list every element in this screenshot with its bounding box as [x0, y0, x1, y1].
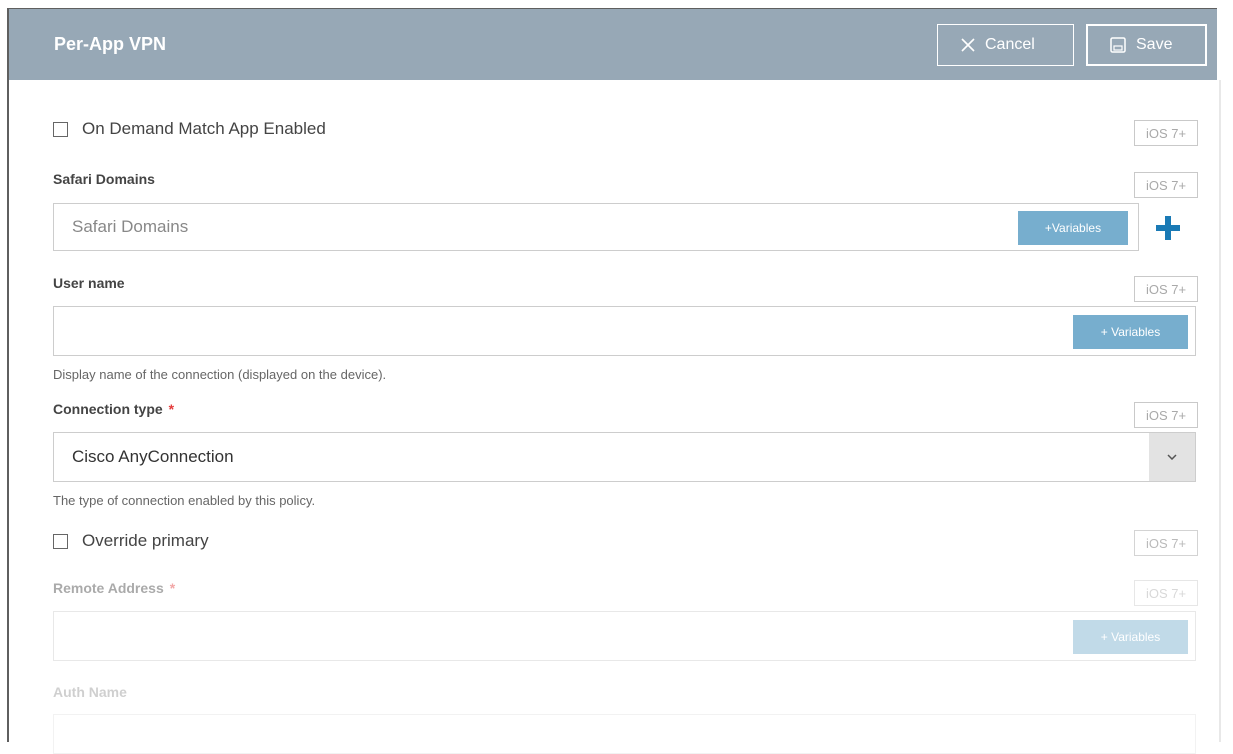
required-asterisk: * [169, 580, 176, 596]
dialog-title: Per-App VPN [54, 34, 167, 54]
save-label: Save [1136, 36, 1173, 53]
on-demand-row: On Demand Match App Enabled [53, 119, 326, 139]
save-button[interactable]: Save [1086, 24, 1207, 66]
remote-address-input[interactable]: + Variables [53, 611, 1196, 661]
user-name-variables-button[interactable]: + Variables [1073, 315, 1188, 349]
form-content: On Demand Match App Enabled iOS 7+ Safar… [9, 80, 1217, 754]
chevron-down-icon[interactable] [1149, 433, 1195, 481]
dialog-header: Per-App VPN Cancel Save [9, 8, 1217, 80]
user-name-input[interactable]: + Variables [53, 306, 1196, 356]
connection-type-hint: The type of connection enabled by this p… [53, 493, 316, 508]
remote-address-label-text: Remote Address [53, 580, 164, 596]
override-primary-row: Override primary [53, 531, 209, 551]
ios-version-badge: iOS 7+ [1134, 172, 1198, 198]
scrollbar-track[interactable] [1219, 80, 1221, 742]
ios-version-badge: iOS 7+ [1134, 580, 1198, 606]
ios-version-badge: iOS 7+ [1134, 530, 1198, 556]
remote-address-label: Remote Address * [53, 580, 175, 596]
user-name-label: User name [53, 275, 125, 291]
safari-domains-label: Safari Domains [53, 171, 155, 187]
add-domain-plus-icon[interactable] [1156, 216, 1180, 245]
connection-type-select[interactable]: Cisco AnyConnection [53, 432, 1196, 482]
safari-domains-input[interactable]: Safari Domains +Variables [53, 203, 1139, 251]
ios-version-badge: iOS 7+ [1134, 402, 1198, 428]
on-demand-checkbox[interactable] [53, 121, 68, 137]
override-primary-label: Override primary [82, 531, 209, 550]
user-name-hint: Display name of the connection (displaye… [53, 367, 387, 382]
safari-domains-variables-button[interactable]: +Variables [1018, 211, 1128, 245]
close-icon [961, 38, 975, 52]
connection-type-label-text: Connection type [53, 401, 163, 417]
required-asterisk: * [168, 401, 175, 417]
cancel-button[interactable]: Cancel [937, 24, 1074, 66]
auth-name-label: Auth Name [53, 684, 127, 700]
connection-type-label: Connection type * [53, 401, 174, 417]
floppy-disk-icon [1110, 37, 1126, 53]
on-demand-label: On Demand Match App Enabled [82, 119, 326, 138]
auth-name-input[interactable] [53, 714, 1196, 754]
ios-version-badge: iOS 7+ [1134, 276, 1198, 302]
safari-domains-placeholder: Safari Domains [72, 217, 189, 236]
connection-type-value: Cisco AnyConnection [72, 447, 234, 466]
remote-address-variables-button[interactable]: + Variables [1073, 620, 1188, 654]
ios-version-badge: iOS 7+ [1134, 120, 1198, 146]
cancel-label: Cancel [985, 36, 1035, 53]
override-primary-checkbox[interactable] [53, 533, 68, 549]
